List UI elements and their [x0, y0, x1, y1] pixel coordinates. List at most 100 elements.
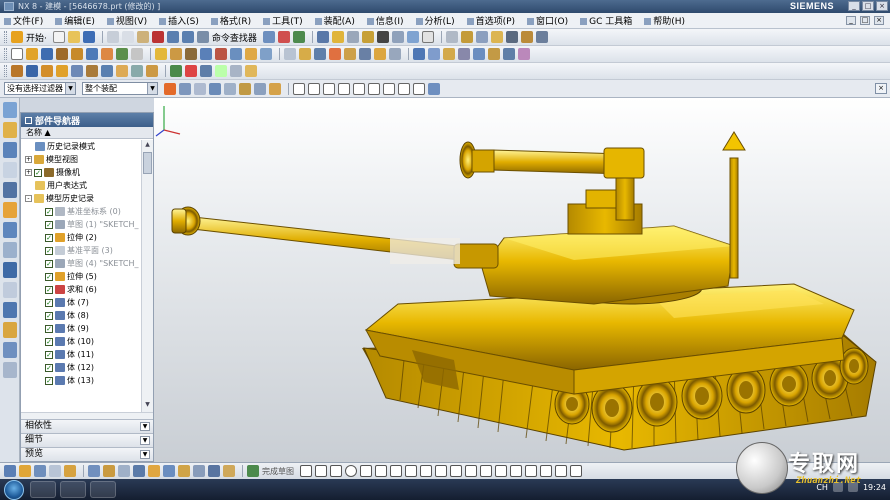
assembly-navigator-icon[interactable] [3, 102, 17, 118]
block-tool-icon[interactable] [56, 48, 68, 60]
tool-red-icon[interactable] [277, 31, 290, 43]
tool-green-icon[interactable] [292, 31, 305, 43]
tree-row[interactable]: ✓ 体 (7) [21, 296, 141, 309]
make-corner-icon[interactable] [495, 465, 507, 477]
scroll-down-icon[interactable]: ▼ [143, 401, 152, 411]
tree-row[interactable]: ✓ 体 (9) [21, 322, 141, 335]
through-curves-icon[interactable] [428, 48, 440, 60]
visibility-checkbox[interactable]: ✓ [45, 233, 53, 242]
visibility-checkbox[interactable]: ✓ [45, 376, 53, 385]
patch-icon[interactable] [374, 48, 386, 60]
tree-row[interactable]: ✓ 草图 (1) "SKETCH_ [21, 218, 141, 231]
tree-row[interactable]: ✓ 基准平面 (3) [21, 244, 141, 257]
window-icon[interactable] [262, 31, 275, 43]
mirror-icon[interactable] [260, 48, 272, 60]
save-icon[interactable] [82, 31, 95, 43]
finish-sketch-button[interactable]: 完成草图 [262, 466, 294, 477]
snap-midpoint-icon[interactable] [308, 82, 320, 95]
cut-icon[interactable] [106, 31, 119, 43]
roles-icon[interactable] [3, 282, 17, 298]
sketch-tool-g-icon[interactable] [223, 465, 235, 477]
sketch-tool-f-icon[interactable] [208, 465, 220, 477]
selection-scope-dropdown[interactable]: 整个装配 ▼ [82, 82, 158, 95]
visibility-checkbox[interactable]: ✓ [45, 246, 53, 255]
snap-existing-point-icon[interactable] [383, 82, 395, 95]
point-tool-icon[interactable] [86, 65, 98, 77]
sketch-tool-b-icon[interactable] [148, 465, 160, 477]
intersect-tool-icon[interactable] [185, 48, 197, 60]
tree-row[interactable]: 历史记录模式 [21, 140, 141, 153]
sphere-tool-icon[interactable] [101, 48, 113, 60]
convert-reference-icon[interactable] [570, 465, 582, 477]
new-file-icon[interactable] [52, 31, 65, 43]
cone-tool-icon[interactable] [86, 48, 98, 60]
point-icon[interactable] [420, 465, 432, 477]
snap-intersection-icon[interactable] [338, 82, 350, 95]
extension-icon[interactable] [503, 48, 515, 60]
visibility-checkbox[interactable]: ✓ [34, 168, 42, 177]
trim-body-icon[interactable] [284, 48, 296, 60]
menu-edit[interactable]: 编辑(E) [55, 14, 95, 27]
sketch-tool-a-icon[interactable] [133, 465, 145, 477]
bridge-curve-icon[interactable] [146, 65, 158, 77]
snap-cube-icon[interactable] [428, 82, 440, 95]
sketch-view-icon[interactable] [34, 465, 46, 477]
fillet-icon[interactable] [360, 465, 372, 477]
snap-endpoint-icon[interactable] [293, 82, 305, 95]
revolve-tool-icon[interactable] [41, 48, 53, 60]
panel-preview[interactable]: 预览 ▼ [21, 447, 153, 461]
toolbar-grip[interactable] [4, 48, 7, 60]
measure-icon[interactable] [460, 31, 473, 43]
selection-filter-dropdown[interactable]: 没有选择过滤器 ▼ [4, 82, 76, 95]
sew-icon[interactable] [359, 48, 371, 60]
offset-face-icon[interactable] [314, 48, 326, 60]
thicken-icon[interactable] [344, 48, 356, 60]
circle-tool-icon[interactable] [56, 65, 68, 77]
doc-minimize-button[interactable]: _ [846, 16, 856, 25]
navigator-vertical-scrollbar[interactable]: ▲ ▼ [141, 140, 153, 412]
taskbar-media-icon[interactable] [60, 481, 86, 498]
maximize-button[interactable]: □ [862, 1, 874, 11]
doc-close-button[interactable]: × [874, 16, 884, 25]
curve-mesh-icon[interactable] [473, 48, 485, 60]
system-materials-icon[interactable] [3, 322, 17, 338]
edit-curve-icon[interactable] [200, 65, 212, 77]
tree-row[interactable]: ✓ 基准坐标系 (0) [21, 205, 141, 218]
menu-window[interactable]: 窗口(O) [527, 14, 568, 27]
sketch-plane-icon[interactable] [49, 465, 61, 477]
panel-dependencies[interactable]: 相依性 ▼ [21, 419, 153, 433]
toolbar-options-icon[interactable]: × [875, 83, 887, 94]
menu-format[interactable]: 格式(R) [210, 14, 251, 27]
copy-icon[interactable] [121, 31, 134, 43]
more-tools-icon[interactable] [535, 31, 548, 43]
menu-view[interactable]: 视图(V) [106, 14, 147, 27]
offset-icon[interactable] [435, 465, 447, 477]
offset-curve-icon[interactable] [101, 65, 113, 77]
layer-icon[interactable] [406, 31, 419, 43]
pin-icon[interactable] [25, 116, 32, 124]
process-studio-icon[interactable] [3, 242, 17, 258]
zoom-icon[interactable] [331, 31, 344, 43]
sketch-edit-icon[interactable] [19, 465, 31, 477]
circle-icon[interactable] [345, 465, 357, 477]
toolbar-grip[interactable] [4, 65, 7, 77]
bounded-plane-icon[interactable] [488, 48, 500, 60]
toolbar-grip[interactable] [4, 31, 7, 43]
panel-details[interactable]: 细节 ▼ [21, 433, 153, 447]
square-icon[interactable] [421, 31, 434, 43]
visibility-checkbox[interactable]: ✓ [45, 272, 53, 281]
visibility-checkbox[interactable]: ✓ [45, 285, 53, 294]
arc-tool-icon[interactable] [41, 65, 53, 77]
sketch-tool-icon[interactable] [11, 48, 23, 60]
show-constraints-icon[interactable] [555, 465, 567, 477]
constraints-icon[interactable] [510, 465, 522, 477]
close-button[interactable]: × [876, 1, 888, 11]
select-edge-icon[interactable] [209, 82, 221, 95]
hole-tool-icon[interactable] [116, 48, 128, 60]
tree-row[interactable]: ✓ 体 (13) [21, 374, 141, 387]
visibility-checkbox[interactable]: ✓ [45, 298, 53, 307]
part-navigator-icon[interactable] [3, 142, 17, 158]
snap-arc-center-icon[interactable] [353, 82, 365, 95]
system-scenes-icon[interactable] [3, 302, 17, 318]
visibility-checkbox[interactable]: ✓ [45, 207, 53, 216]
